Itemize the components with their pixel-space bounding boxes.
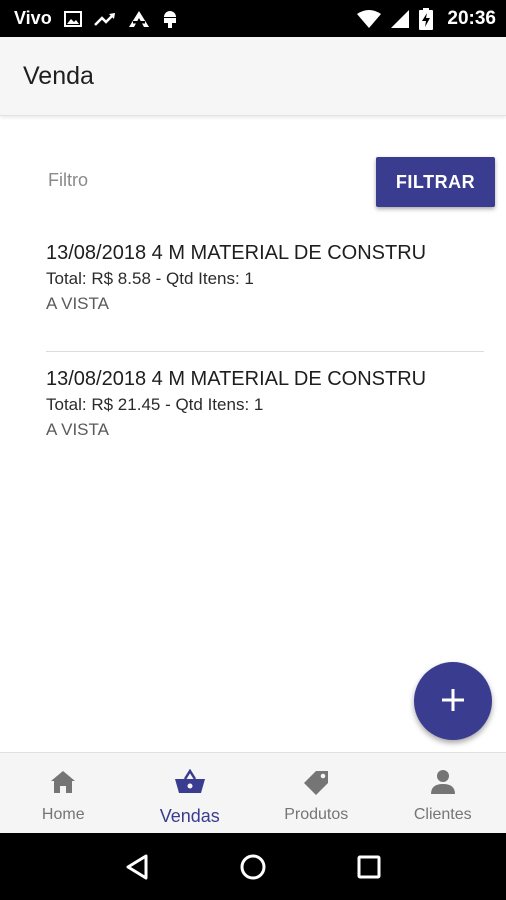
signal-icon [391,9,410,28]
status-right: 20:36 [357,7,496,30]
filter-input[interactable] [38,160,348,200]
trending-up-icon [93,12,116,26]
home-circle-icon[interactable] [239,853,267,881]
nav-label-vendas: Vendas [159,806,220,826]
wifi-icon [357,9,382,28]
nav-item-clientes[interactable]: Clientes [380,753,506,833]
recents-icon[interactable] [356,854,382,880]
home-icon [49,769,77,800]
tag-icon [302,769,330,800]
plus-icon [440,687,466,716]
nav-item-vendas[interactable]: Vendas [127,753,254,833]
sale-title: 13/08/2018 4 M MATERIAL DE CONSTRU [46,242,427,264]
nav-label-clientes: Clientes [413,806,472,823]
page-title: Venda [23,61,94,90]
android-studio-icon [128,10,150,28]
add-sale-button[interactable] [414,662,492,740]
system-navigation-bar [0,833,506,900]
nav-item-produtos[interactable]: Produtos [253,753,380,833]
sales-list: 13/08/2018 4 M MATERIAL DE CONSTRU Total… [46,238,484,466]
carrier-name: Vivo [14,8,52,28]
status-clock: 20:36 [447,7,496,29]
sale-payment-type: A VISTA [46,294,109,313]
sale-payment-type: A VISTA [46,420,109,439]
status-left: Vivo [14,8,178,29]
android-icon [162,10,178,28]
sale-list-item[interactable]: 13/08/2018 4 M MATERIAL DE CONSTRU Total… [46,352,484,466]
filter-button[interactable]: FILTRAR [376,157,495,207]
nav-item-home[interactable]: Home [0,753,127,833]
sale-list-item[interactable]: 13/08/2018 4 M MATERIAL DE CONSTRU Total… [46,238,484,352]
app-bar: Venda [0,37,506,116]
battery-charging-icon [419,7,434,30]
sale-title: 13/08/2018 4 M MATERIAL DE CONSTRU [46,368,427,390]
back-icon[interactable] [124,853,150,881]
shopping-basket-icon [174,768,206,800]
nav-label-produtos: Produtos [284,806,349,823]
sale-summary: Total: R$ 21.45 - Qtd Itens: 1 [46,395,264,414]
person-icon [430,769,456,800]
nav-label-home: Home [41,806,85,823]
sale-summary: Total: R$ 8.58 - Qtd Itens: 1 [46,269,254,288]
image-icon [63,10,82,27]
bottom-navigation: Home Vendas Produtos Clientes [0,752,506,833]
status-bar: Vivo 20:36 [0,0,506,37]
